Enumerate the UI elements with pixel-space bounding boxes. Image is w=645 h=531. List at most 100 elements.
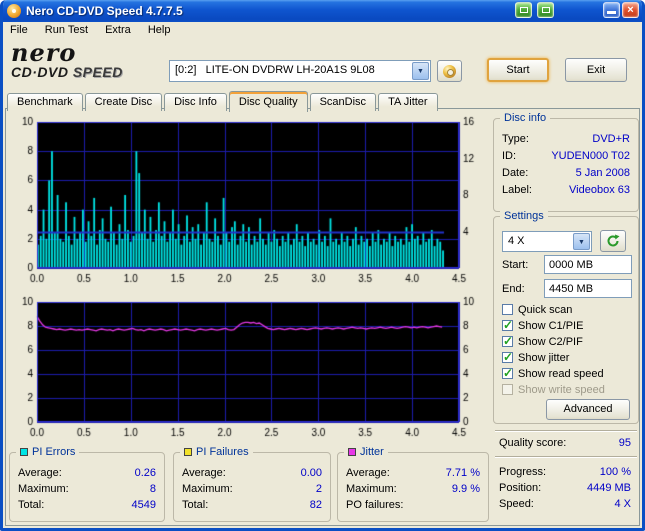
pif-color-chip <box>184 448 192 456</box>
menu-help[interactable]: Help <box>141 22 178 39</box>
jitter-panel: Jitter Average: 7.71 % Maximum: 9.9 % PO… <box>337 446 489 522</box>
menu-file[interactable]: File <box>3 22 35 39</box>
stat-label: Average: <box>18 467 62 479</box>
pi-errors-panel: PI Errors Average: 0.26 Maximum: 8 Total… <box>9 446 165 522</box>
titlebar[interactable]: Nero CD-DVD Speed 4.7.7.5 × <box>3 0 642 22</box>
stat-value: 2 <box>315 483 322 495</box>
close-button[interactable]: × <box>622 2 639 18</box>
stat-value: 4549 <box>131 499 156 511</box>
stat-label: Total: <box>182 499 209 511</box>
disc-type-label: Type: <box>502 133 529 145</box>
pie-color-chip <box>20 448 28 456</box>
drive-select[interactable]: [0:2] LITE-ON DVDRW LH-20A1S 9L08 ▼ <box>169 60 431 82</box>
checkbox-icon <box>502 304 513 315</box>
checkbox-show-c2-pif[interactable]: Show C2/PIF <box>502 334 583 348</box>
end-position-input[interactable] <box>544 279 632 298</box>
minimize-button[interactable] <box>603 2 620 18</box>
checkbox-label: Show C1/PIE <box>518 319 584 332</box>
stat-value: 9.9 % <box>451 483 480 495</box>
nero-logo-product: CD·DVD SPEED <box>11 64 166 80</box>
nero-logo-cddvd: CD·DVD <box>11 64 69 80</box>
minimize-icon <box>607 11 616 14</box>
speed-label: Speed: <box>499 498 534 510</box>
checkbox-quick-scan[interactable]: Quick scan <box>502 303 572 316</box>
pi-errors-chart <box>9 116 489 294</box>
pi-failures-panel: PI Failures Average: 0.00 Maximum: 2 Tot… <box>173 446 331 522</box>
divider <box>495 430 637 432</box>
app-icon <box>7 4 21 18</box>
tab-create-disc[interactable]: Create Disc <box>84 93 163 111</box>
start-button[interactable]: Start <box>487 58 549 82</box>
checkbox-label: Show read speed <box>518 367 604 380</box>
stat-value: 7.71 % <box>445 467 480 479</box>
checkbox-label: Quick scan <box>518 303 573 316</box>
checkbox-show-write-speed[interactable]: Show write speed <box>502 383 605 396</box>
scan-speed-value: 4 X <box>508 235 525 247</box>
chevron-down-icon[interactable]: ▼ <box>573 233 590 250</box>
disc-icon <box>443 64 456 78</box>
titlebar-green-button-1[interactable] <box>515 2 532 18</box>
tab-benchmark[interactable]: Benchmark <box>7 93 83 111</box>
disc-info-title: Disc info <box>500 112 551 124</box>
end-position-label: End: <box>502 283 525 295</box>
tab-disc-quality[interactable]: Disc Quality <box>228 91 308 112</box>
progress-value: 100 % <box>599 466 631 478</box>
disc-id-label: ID: <box>502 150 517 162</box>
stat-value: 8 <box>149 483 156 495</box>
refresh-button[interactable] <box>600 230 626 252</box>
menu-run-test[interactable]: Run Test <box>38 22 95 39</box>
tab-disc-info[interactable]: Disc Info <box>164 93 227 111</box>
nero-logo-brand: nero <box>11 38 77 67</box>
checkbox-icon <box>502 318 513 332</box>
checkbox-show-c1-pie[interactable]: Show C1/PIE <box>502 318 584 332</box>
window-title: Nero CD-DVD Speed 4.7.7.5 <box>26 4 183 18</box>
nero-logo-speed: SPEED <box>72 64 123 80</box>
tab-ta-jitter[interactable]: TA Jitter <box>378 93 438 111</box>
checkbox-icon <box>502 334 513 348</box>
start-position-input[interactable] <box>544 255 632 274</box>
stat-value: 0.00 <box>300 467 322 479</box>
menu-extra[interactable]: Extra <box>98 22 138 39</box>
checkbox-icon <box>502 366 513 380</box>
stat-label: Average: <box>182 467 226 479</box>
stat-value: 82 <box>309 499 322 511</box>
pi-errors-panel-legend: PI Errors <box>16 446 80 458</box>
tab-scandisc[interactable]: ScanDisc <box>309 93 377 111</box>
position-label: Position: <box>499 482 542 494</box>
drive-select-value: [0:2] LITE-ON DVDRW LH-20A1S 9L08 <box>175 64 375 76</box>
titlebar-green-button-2[interactable] <box>537 2 554 18</box>
stat-label: Total: <box>18 499 45 511</box>
checkbox-show-read-speed[interactable]: Show read speed <box>502 366 604 380</box>
quality-score-value: 95 <box>618 437 631 449</box>
chevron-down-icon[interactable]: ▼ <box>412 62 429 80</box>
stat-label: Maximum: <box>182 483 233 495</box>
advanced-button[interactable]: Advanced <box>546 399 630 420</box>
exit-button[interactable]: Exit <box>565 58 627 82</box>
stat-label: Average: <box>346 467 390 479</box>
start-position-label: Start: <box>502 259 529 271</box>
disc-type-value: DVD+R <box>592 133 630 145</box>
scan-speed-select[interactable]: 4 X ▼ <box>502 231 592 252</box>
divider <box>495 456 637 458</box>
nero-logo: nero CD·DVD SPEED <box>11 38 166 88</box>
jitter-color-chip <box>348 448 356 456</box>
disc-id-value: YUDEN000 T02 <box>551 150 630 162</box>
settings-title: Settings <box>500 210 548 222</box>
disc-label-label: Label: <box>502 184 532 196</box>
checkbox-show-jitter[interactable]: Show jitter <box>502 350 569 364</box>
disc-label-value: Videobox 63 <box>569 184 630 196</box>
panel-title: Jitter <box>360 446 384 458</box>
tab-bar: Benchmark Create Disc Disc Info Disc Qua… <box>7 89 440 112</box>
drive-tool-button[interactable] <box>437 60 462 82</box>
quality-score-label: Quality score: <box>499 437 567 449</box>
jitter-panel-legend: Jitter <box>344 446 388 458</box>
checkbox-icon <box>502 384 513 395</box>
pi-failures-panel-legend: PI Failures <box>180 446 253 458</box>
stat-label: Maximum: <box>18 483 69 495</box>
position-value: 4449 MB <box>586 482 631 494</box>
speed-value: 4 X <box>614 498 631 510</box>
disc-date-label: Date: <box>502 167 529 179</box>
stat-value: 0.26 <box>134 467 156 479</box>
disc-date-value: 5 Jan 2008 <box>575 167 630 179</box>
stat-label: Maximum: <box>346 483 397 495</box>
